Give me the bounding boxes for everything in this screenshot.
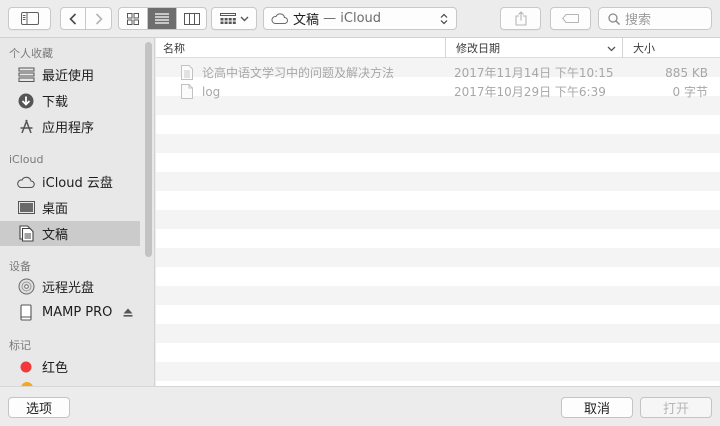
column-header-name[interactable]: 名称 [163, 38, 185, 58]
download-icon [17, 92, 35, 110]
file-size: 0 字节 [672, 85, 708, 99]
location-name: 文稿 [293, 13, 320, 28]
updown-chevron-icon [440, 13, 448, 25]
list-background [156, 58, 720, 386]
back-forward-control [60, 7, 112, 30]
column-divider[interactable] [445, 38, 446, 58]
sidebar-item-tag-red[interactable]: 红色 [0, 354, 140, 379]
sidebar-section-favorites: 个人收藏 [9, 47, 53, 60]
sidebar-item-recents[interactable]: 最近使用 [0, 62, 140, 87]
sidebar-item-label: 远程光盘 [42, 281, 95, 296]
text-file-icon [181, 82, 193, 101]
search-placeholder: 搜索 [625, 13, 652, 28]
document-file-icon [181, 63, 193, 82]
sidebar-item-documents[interactable]: 文稿 [0, 221, 140, 246]
sidebar-item-mamp-pro[interactable]: MAMP PRO [0, 300, 140, 325]
document-icon [17, 225, 35, 243]
column-view-button[interactable] [177, 8, 206, 29]
cancel-button[interactable]: 取消 [561, 397, 633, 418]
tag-icon [562, 14, 579, 23]
sidebar-scrollbar[interactable] [145, 42, 152, 257]
sidebar-item-label: iCloud 云盘 [42, 176, 113, 191]
sidebar-item-label: 应用程序 [42, 121, 95, 136]
column-view-icon [183, 12, 200, 25]
search-field[interactable]: 搜索 [598, 7, 712, 30]
column-header-size[interactable]: 大小 [633, 38, 655, 58]
sidebar-item-remote-disc[interactable]: 远程光盘 [0, 274, 140, 299]
eject-icon[interactable] [123, 308, 133, 317]
file-date: 2017年11月14日 下午10:15 [454, 66, 614, 80]
sidebar: 个人收藏 最近使用 下载 应用程序 iCloud iCloud 云盘 桌面 文稿… [0, 38, 155, 386]
chevron-down-icon [240, 16, 248, 21]
clock-icon [17, 66, 35, 84]
share-button[interactable] [500, 7, 541, 30]
toolbar: 文稿 — iCloud 搜索 [0, 0, 720, 38]
sidebar-section-icloud: iCloud [9, 153, 44, 166]
desktop-icon [17, 199, 35, 217]
sidebar-item-label: 桌面 [42, 202, 69, 217]
location-popup[interactable]: 文稿 — iCloud [263, 7, 457, 30]
table-row[interactable]: 论高中语文学习中的问题及解决方法 2017年11月14日 下午10:15 885… [156, 63, 720, 82]
list-view-icon [155, 13, 169, 24]
sidebar-section-tags: 标记 [9, 339, 31, 352]
dialog-footer: 选项 取消 打开 [0, 386, 720, 426]
sidebar-item-icloud-drive[interactable]: iCloud 云盘 [0, 169, 140, 194]
drive-icon [17, 304, 35, 322]
file-name: 论高中语文学习中的问题及解决方法 [202, 66, 395, 80]
sidebar-toggle-button[interactable] [8, 7, 51, 30]
view-mode-control [118, 7, 207, 30]
cloud-icon [17, 173, 35, 191]
options-button[interactable]: 选项 [8, 397, 70, 418]
file-date: 2017年10月29日 下午6:39 [454, 85, 606, 99]
back-button[interactable] [61, 8, 86, 29]
share-icon [514, 11, 527, 26]
open-button[interactable]: 打开 [640, 397, 712, 418]
location-separator: — [319, 11, 341, 26]
tags-button[interactable] [550, 7, 591, 30]
list-view-button[interactable] [148, 8, 177, 29]
sidebar-section-devices: 设备 [9, 260, 31, 273]
column-header: 名称 修改日期 大小 [156, 38, 720, 58]
grid-view-icon [127, 12, 139, 25]
icon-view-button[interactable] [119, 8, 148, 29]
sidebar-item-label: 文稿 [42, 228, 69, 243]
sidebar-item-label: 最近使用 [42, 69, 95, 84]
sidebar-item-downloads[interactable]: 下载 [0, 88, 140, 113]
cloud-icon [271, 13, 288, 24]
chevron-down-icon [607, 46, 616, 52]
table-row[interactable]: log 2017年10月29日 下午6:39 0 字节 [156, 82, 720, 101]
arrange-menu-button[interactable] [211, 7, 257, 30]
forward-button[interactable] [86, 8, 111, 29]
column-divider[interactable] [622, 38, 623, 58]
chevron-left-icon [69, 12, 77, 25]
arrange-icon [219, 13, 236, 24]
chevron-right-icon [95, 12, 103, 25]
sidebar-item-applications[interactable]: 应用程序 [0, 114, 140, 139]
column-header-date[interactable]: 修改日期 [456, 38, 500, 58]
applications-icon [17, 118, 35, 136]
sidebar-icon [20, 12, 39, 25]
file-size: 885 KB [665, 65, 708, 80]
sidebar-item-desktop[interactable]: 桌面 [0, 195, 140, 220]
sidebar-item-label: MAMP PRO [42, 305, 113, 320]
location-service: iCloud [340, 11, 382, 26]
sidebar-item-label: 下载 [42, 95, 69, 110]
search-icon [608, 12, 620, 25]
red-tag-icon [17, 358, 35, 376]
sidebar-item-label: 红色 [42, 361, 69, 376]
disc-icon [17, 278, 35, 296]
file-list: 名称 修改日期 大小 论高中语文学习中的问题及解决方法 2017年11月14日 … [156, 38, 720, 386]
file-name: log [202, 84, 221, 99]
